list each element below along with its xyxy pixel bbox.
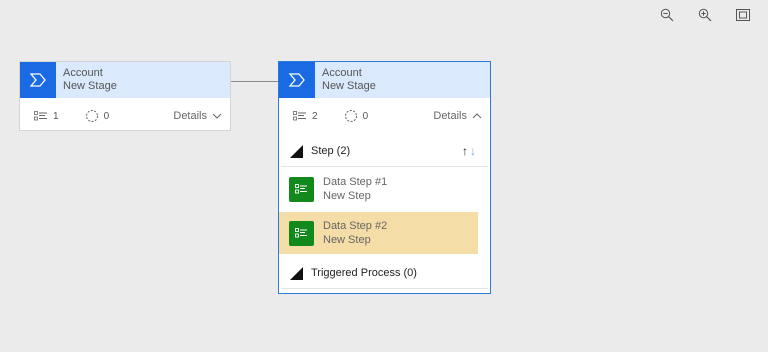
- step-title: Data Step #2: [323, 220, 388, 232]
- fit-to-screen-button[interactable]: [724, 4, 762, 26]
- stage-header[interactable]: Account New Stage: [20, 62, 230, 98]
- chevron-down-icon: [212, 113, 222, 119]
- zoom-out-icon: [660, 8, 674, 22]
- step-subtitle: New Step: [323, 234, 371, 246]
- data-step-icon: [289, 220, 314, 246]
- zoom-in-icon: [698, 8, 712, 22]
- stage-chevron-icon: [279, 62, 315, 98]
- zoom-out-button[interactable]: [648, 4, 686, 26]
- step-item-selected[interactable]: Data Step #2 New Step: [279, 212, 478, 254]
- stage-name: New Stage: [63, 80, 117, 92]
- zoom-in-button[interactable]: [686, 4, 724, 26]
- stage-connector: [230, 81, 279, 82]
- step-section-label: Step (2): [311, 145, 351, 157]
- collapse-triangle-icon[interactable]: [290, 144, 303, 158]
- step-section-header[interactable]: Step (2) ↑ ↓: [279, 136, 490, 166]
- chevron-up-icon: [472, 113, 482, 119]
- fit-to-screen-icon: [736, 9, 750, 21]
- divider: [281, 288, 488, 289]
- step-item[interactable]: Data Step #1 New Step: [279, 168, 478, 210]
- stage-footer: 1 0 Details: [20, 98, 230, 134]
- stage-chevron-icon: [20, 62, 56, 98]
- details-toggle[interactable]: Details: [433, 110, 482, 122]
- conditions-count: 0: [344, 109, 368, 123]
- sort-controls: ↑ ↓: [462, 144, 476, 158]
- steps-list-icon: [34, 111, 47, 121]
- stage-name: New Stage: [322, 80, 376, 92]
- stage-card-1[interactable]: Account New Stage 1 0 Details: [19, 61, 231, 131]
- data-step-icon: [289, 176, 314, 202]
- conditions-count: 0: [85, 109, 109, 123]
- stage-footer: 2 0 Details: [279, 98, 490, 134]
- steps-count: 1: [34, 111, 59, 122]
- divider: [281, 166, 488, 167]
- triggered-process-header[interactable]: Triggered Process (0): [279, 258, 490, 288]
- move-up-arrow-icon[interactable]: ↑: [462, 144, 468, 158]
- move-down-arrow-icon[interactable]: ↓: [470, 144, 476, 158]
- conditions-cycle-icon: [344, 110, 357, 122]
- stage-header[interactable]: Account New Stage: [279, 62, 490, 98]
- stage-entity: Account: [322, 67, 362, 79]
- steps-count: 2: [293, 111, 318, 122]
- details-toggle[interactable]: Details: [173, 110, 222, 122]
- step-subtitle: New Step: [323, 190, 371, 202]
- step-title: Data Step #1: [323, 176, 388, 188]
- conditions-cycle-icon: [85, 110, 98, 122]
- steps-list-icon: [293, 111, 306, 121]
- triggered-process-label: Triggered Process (0): [311, 267, 417, 279]
- collapse-triangle-icon[interactable]: [290, 266, 303, 280]
- zoom-toolbar: [648, 4, 762, 26]
- stage-entity: Account: [63, 67, 103, 79]
- stage-card-2[interactable]: Account New Stage 2 0 Details Step (2) ↑…: [278, 61, 491, 294]
